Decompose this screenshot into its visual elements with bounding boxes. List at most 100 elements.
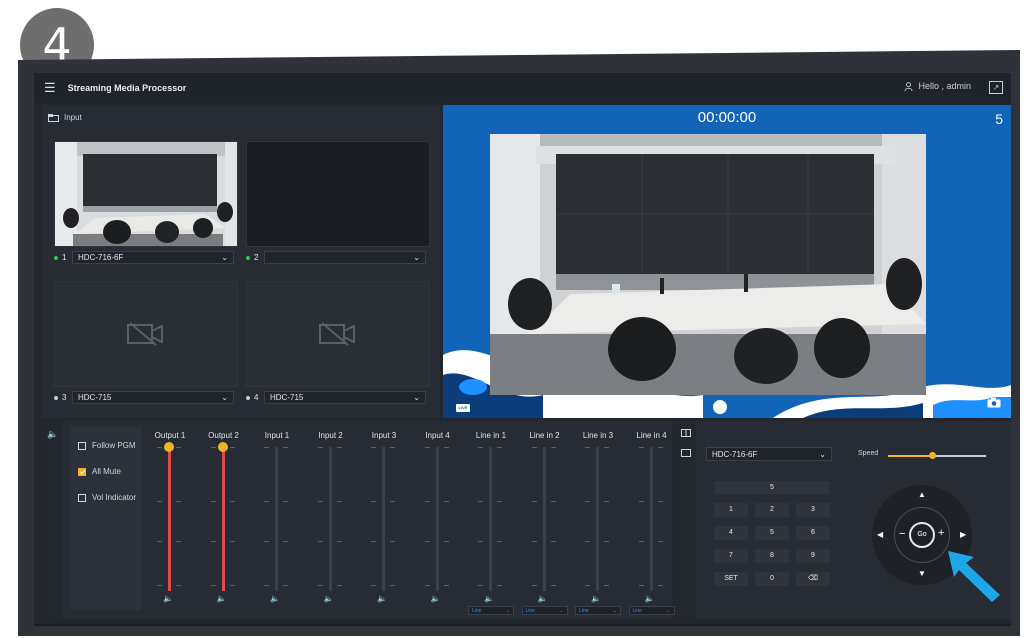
arrow-right-icon[interactable]: ▶ xyxy=(960,530,966,539)
snapshot-camera-icon[interactable] xyxy=(987,395,1001,413)
fader-tick xyxy=(176,447,181,448)
keypad-key[interactable]: 4 xyxy=(714,526,748,540)
checkbox-box[interactable] xyxy=(78,441,86,450)
keypad-key[interactable]: 9 xyxy=(796,549,830,563)
keypad-key[interactable]: 6 xyxy=(796,526,830,540)
speaker-icon[interactable]: 🔈 xyxy=(591,594,601,603)
keypad-key[interactable]: ⌫ xyxy=(796,572,830,586)
fader-tick xyxy=(478,585,483,586)
audio-channel-strip: Input 4 🔈 xyxy=(413,421,463,619)
audio-channel-strip: Input 3 🔈 xyxy=(359,421,409,619)
volume-fader-track[interactable] xyxy=(649,447,653,591)
camera-off-icon xyxy=(127,322,163,346)
record-button[interactable] xyxy=(711,398,729,416)
audio-channel-strip: Line in 1 🔈 Line ⌄ xyxy=(466,421,516,619)
line-input-select[interactable]: Line ⌄ xyxy=(468,606,514,615)
live-button[interactable]: LIVE xyxy=(456,404,470,412)
keypad-key[interactable]: 0 xyxy=(755,572,789,586)
chevron-down-icon: ⌄ xyxy=(413,253,420,262)
arrow-left-icon[interactable]: ◀ xyxy=(877,530,883,539)
volume-fader-track[interactable] xyxy=(542,447,546,591)
select-value: HDC-716-6F xyxy=(78,253,124,262)
select-value: Line xyxy=(472,607,482,614)
keypad-key[interactable]: 8 xyxy=(755,549,789,563)
line-input-select[interactable]: Line ⌄ xyxy=(575,606,621,615)
fader-tick xyxy=(657,585,663,586)
fader-tick xyxy=(157,447,162,448)
zoom-out-icon[interactable]: − xyxy=(899,528,905,540)
fader-tick xyxy=(638,447,644,448)
speed-knob[interactable] xyxy=(929,452,937,459)
follow-pgm-checkbox[interactable]: Follow PGM xyxy=(78,441,136,450)
fader-tick xyxy=(283,447,288,448)
input-source-select-4[interactable]: HDC-715 ⌄ xyxy=(264,391,426,404)
ptz-camera-select[interactable]: HDC-716-6F ⌄ xyxy=(706,447,832,461)
speaker-icon[interactable]: 🔈 xyxy=(270,594,280,603)
keypad-key[interactable]: 5 xyxy=(755,526,789,540)
vol-indicator-checkbox[interactable]: Vol Indicator xyxy=(78,493,136,502)
audio-channel-strip: Input 2 🔈 xyxy=(306,421,356,619)
volume-fader-track[interactable] xyxy=(328,447,332,591)
speaker-icon[interactable]: 🔈 xyxy=(645,594,655,603)
fader-tick xyxy=(443,585,449,586)
volume-fader-track[interactable] xyxy=(382,447,385,591)
fader-tick xyxy=(443,447,449,448)
volume-fader-knob[interactable] xyxy=(164,442,174,452)
keypad-key[interactable]: 7 xyxy=(714,549,748,563)
checkbox-box[interactable] xyxy=(78,493,86,502)
fader-tick xyxy=(336,585,342,586)
fader-tick xyxy=(229,541,235,542)
fader-tick xyxy=(604,447,609,448)
screen-bottom-edge xyxy=(34,624,1011,626)
zoom-in-icon[interactable]: + xyxy=(938,527,944,539)
keypad-key[interactable]: SET xyxy=(714,572,748,586)
input-thumbnail-2[interactable] xyxy=(246,141,430,247)
go-button[interactable]: Go xyxy=(909,522,935,548)
volume-fader-track[interactable] xyxy=(489,447,492,591)
input-source-select-2[interactable]: ⌄ xyxy=(264,251,426,264)
input-source-select-3[interactable]: HDC-715 ⌄ xyxy=(72,391,234,404)
input-thumbnail-3[interactable] xyxy=(54,281,238,387)
layout-icon[interactable] xyxy=(681,429,691,437)
keypad-key[interactable]: 1 xyxy=(714,503,748,517)
input-source-select-1[interactable]: HDC-716-6F ⌄ xyxy=(72,251,234,264)
fader-tick xyxy=(317,585,323,586)
fader-tick xyxy=(424,501,430,502)
input-select-row-1: 1 HDC-716-6F ⌄ xyxy=(54,251,234,264)
fader-tick xyxy=(371,447,376,448)
fader-tick xyxy=(550,501,556,502)
all-mute-checkbox[interactable]: All Mute xyxy=(78,467,121,476)
volume-fader-knob[interactable] xyxy=(217,442,228,452)
app-screen: ☰ Streaming Media Processor Hello , admi… xyxy=(34,73,1011,626)
keypad-key[interactable]: 3 xyxy=(796,503,830,517)
volume-fader-track[interactable] xyxy=(435,447,439,591)
speaker-icon[interactable]: 🔈 xyxy=(431,594,441,603)
input-thumbnail-1[interactable] xyxy=(54,141,238,247)
line-input-select[interactable]: Line ⌄ xyxy=(628,606,675,615)
speaker-icon[interactable]: 🔈 xyxy=(324,594,334,603)
checkbox-box[interactable] xyxy=(78,467,86,476)
menu-icon[interactable]: ☰ xyxy=(44,80,56,96)
channel-label: Line in 2 xyxy=(529,431,560,440)
speaker-icon[interactable]: 🔈 xyxy=(163,594,173,603)
fader-tick xyxy=(478,541,483,542)
volume-fader-track[interactable] xyxy=(275,447,278,591)
speaker-icon: 🔈 xyxy=(47,429,59,439)
fader-tick xyxy=(283,501,288,502)
channel-label: Input 3 xyxy=(371,431,397,440)
expand-icon[interactable]: ↗ xyxy=(989,81,1003,94)
speaker-icon[interactable]: 🔈 xyxy=(217,594,227,603)
speaker-icon[interactable]: 🔈 xyxy=(484,594,494,603)
screen-icon[interactable] xyxy=(681,449,691,457)
fader-tick xyxy=(478,447,483,448)
arrow-up-icon[interactable]: ▲ xyxy=(918,490,926,499)
input-thumbnail-4[interactable] xyxy=(246,281,430,387)
line-input-select[interactable]: Line ⌄ xyxy=(521,606,568,615)
speaker-icon[interactable]: 🔈 xyxy=(538,594,548,603)
arrow-down-icon[interactable]: ▼ xyxy=(918,569,926,578)
user-menu[interactable]: Hello , admin xyxy=(904,81,971,91)
keypad-key[interactable]: 2 xyxy=(755,503,789,517)
volume-fader-track[interactable] xyxy=(596,447,599,591)
speaker-icon[interactable]: 🔈 xyxy=(377,594,387,603)
speed-slider[interactable] xyxy=(888,452,986,459)
